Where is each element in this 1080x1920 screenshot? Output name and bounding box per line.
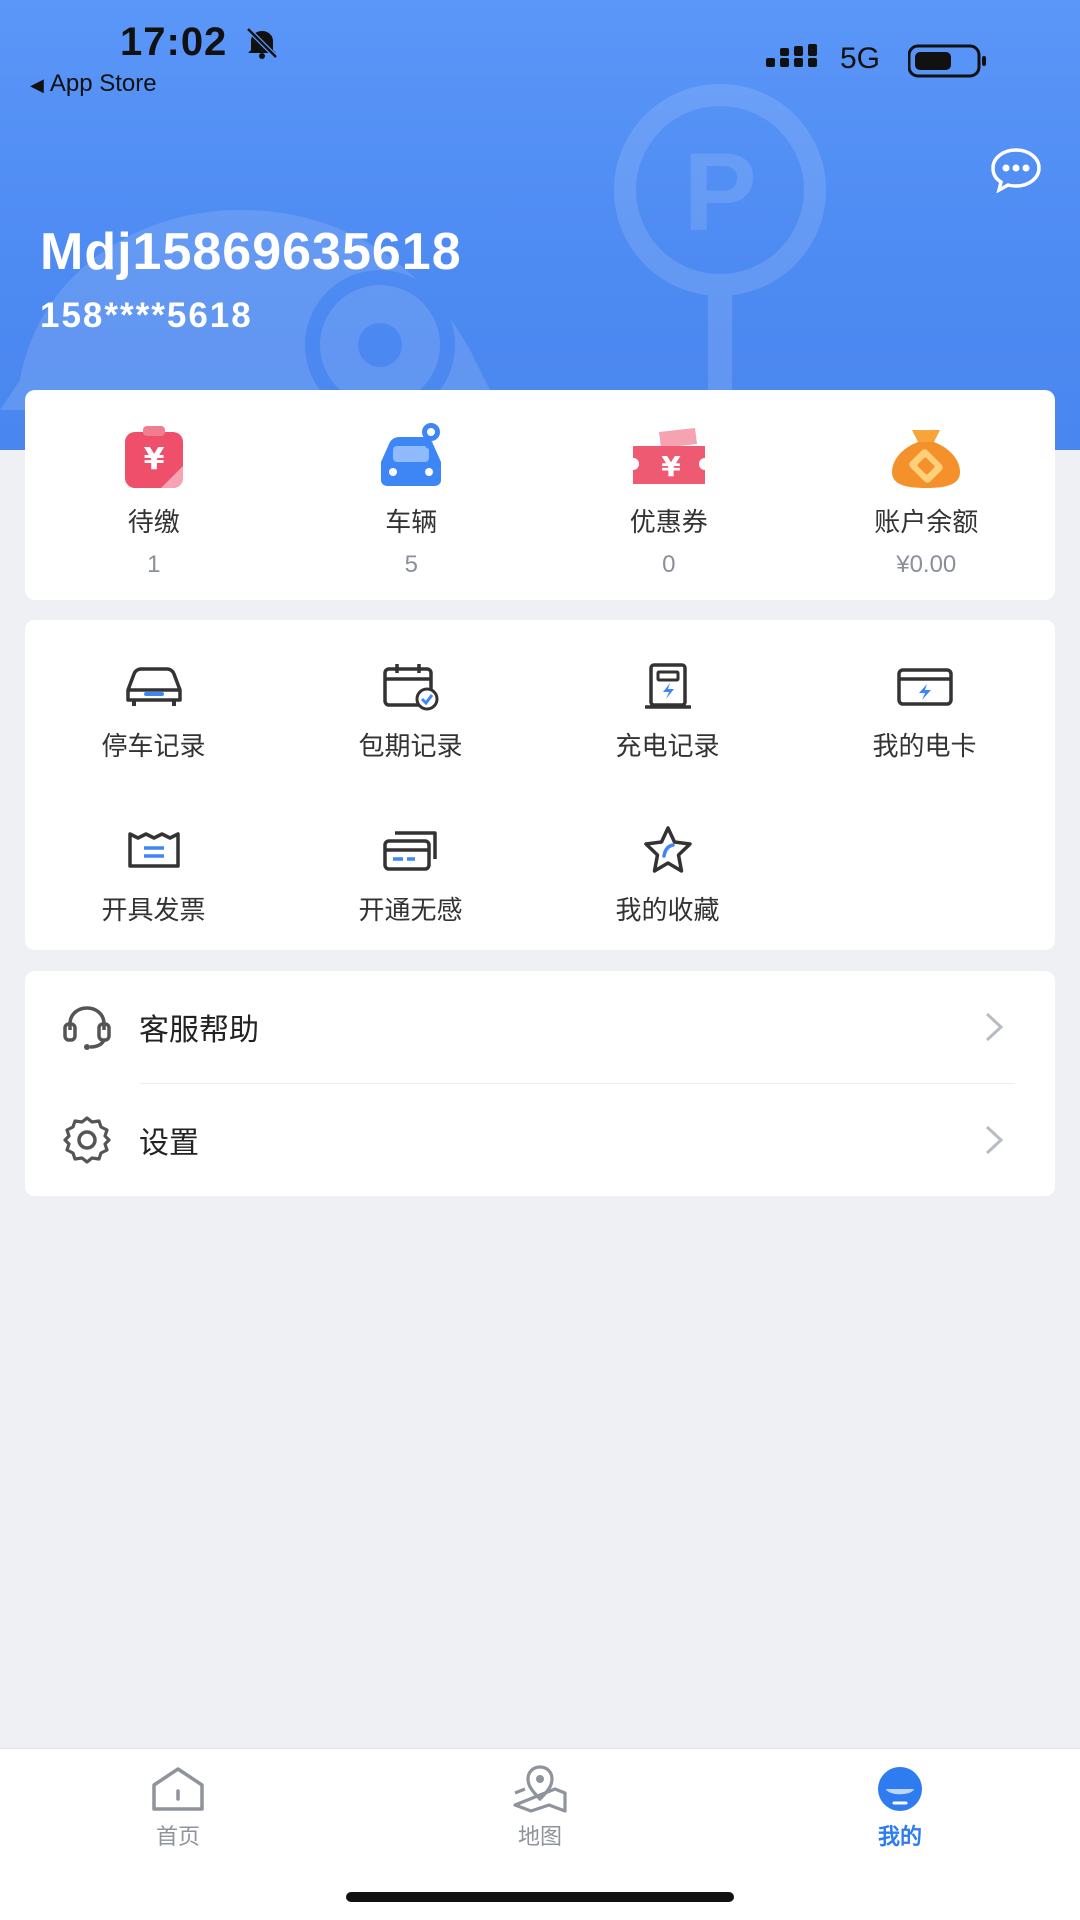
- bill-icon: ¥: [124, 426, 183, 488]
- stats-card: ¥ 待缴 1 车辆 5 ¥ 优惠券 0 账户余额 ¥0.00: [25, 390, 1055, 600]
- car-icon: [381, 423, 442, 486]
- calendar-check-icon: [382, 664, 438, 711]
- chevron-right-icon: [985, 1012, 1004, 1042]
- signal-icon: [766, 44, 817, 67]
- tab-label: 我的: [877, 1824, 922, 1849]
- message-button[interactable]: [990, 144, 1042, 196]
- status-time: 17:02: [120, 20, 228, 64]
- service-subscription-records[interactable]: 包期记录: [282, 658, 539, 763]
- star-icon: [643, 826, 692, 873]
- stat-value: 1: [147, 551, 161, 578]
- service-label: 充电记录: [615, 731, 720, 761]
- status-bar: 17:02 ◀ App Store 5G: [0, 0, 1080, 110]
- home-indicator: [346, 1892, 734, 1902]
- phone-number: 158****5618: [40, 296, 253, 335]
- service-issue-invoice[interactable]: 开具发票: [25, 822, 282, 927]
- service-label: 包期记录: [358, 731, 463, 761]
- network-type: 5G: [840, 42, 881, 75]
- stat-value: ¥0.00: [896, 551, 957, 578]
- menu-customer-service[interactable]: 客服帮助: [25, 971, 1055, 1084]
- car-outline-icon: [125, 667, 182, 706]
- svg-text:¥: ¥: [143, 442, 164, 477]
- electric-card-icon: [896, 668, 953, 706]
- coupon-icon: ¥: [632, 428, 705, 484]
- stat-vehicles[interactable]: 车辆 5: [283, 390, 541, 600]
- svg-text:P: P: [683, 131, 756, 254]
- gear-icon: [63, 1116, 111, 1164]
- tab-label: 首页: [155, 1824, 200, 1849]
- map-pin-icon: [513, 1765, 567, 1813]
- chevron-right-icon: [985, 1125, 1004, 1155]
- stat-value: 0: [662, 551, 676, 578]
- stat-coupons[interactable]: ¥ 优惠券 0: [540, 390, 798, 600]
- menu-settings[interactable]: 设置: [25, 1084, 1055, 1196]
- tab-label: 地图: [517, 1824, 562, 1849]
- chat-bubble-icon: [991, 148, 1041, 193]
- battery-icon: [908, 44, 986, 78]
- service-label: 开通无感: [358, 895, 463, 925]
- service-label: 我的收藏: [615, 895, 720, 925]
- service-label: 我的电卡: [872, 731, 977, 761]
- stat-label: 账户余额: [874, 507, 979, 537]
- menu-card: 客服帮助 设置: [25, 971, 1055, 1196]
- menu-label: 客服帮助: [139, 1014, 259, 1047]
- service-my-electric-card[interactable]: 我的电卡: [796, 658, 1053, 763]
- stat-label: 待缴: [127, 507, 180, 537]
- service-parking-records[interactable]: 停车记录: [25, 658, 282, 763]
- charging-pile-icon: [644, 663, 691, 709]
- headset-icon: [63, 1006, 111, 1050]
- service-enable-contactless[interactable]: 开通无感: [282, 822, 539, 927]
- money-bag-icon: [892, 430, 961, 488]
- parking-watermark-icon: P: [614, 84, 826, 400]
- back-app-label: App Store: [49, 70, 157, 97]
- home-icon: [152, 1767, 204, 1811]
- stat-label: 优惠券: [629, 507, 708, 537]
- cards-icon: [382, 831, 437, 871]
- service-label: 开具发票: [101, 895, 206, 925]
- profile-icon: [878, 1767, 922, 1811]
- menu-label: 设置: [139, 1127, 199, 1160]
- stat-label: 车辆: [385, 507, 438, 537]
- stat-pending-payment[interactable]: ¥ 待缴 1: [25, 390, 283, 600]
- bell-muted-icon: [246, 27, 278, 59]
- invoice-icon: [127, 832, 180, 868]
- stat-account-balance[interactable]: 账户余额 ¥0.00: [798, 390, 1056, 600]
- service-my-favorites[interactable]: 我的收藏: [539, 822, 796, 927]
- service-charging-records[interactable]: 充电记录: [539, 658, 796, 763]
- tab-home[interactable]: 首页: [78, 1765, 278, 1851]
- service-label: 停车记录: [101, 731, 206, 761]
- tab-mine[interactable]: 我的: [800, 1765, 1000, 1851]
- tab-map[interactable]: 地图: [440, 1765, 640, 1851]
- back-arrow-icon: ◀: [30, 75, 44, 95]
- username: Mdj15869635618: [40, 223, 462, 281]
- svg-text:¥: ¥: [661, 450, 681, 483]
- stat-value: 5: [404, 551, 418, 578]
- back-to-app-store[interactable]: ◀ App Store: [30, 70, 157, 98]
- services-card: 停车记录 包期记录 充电记录 我的电卡 开具发票 开通无感 我的收藏: [25, 620, 1055, 950]
